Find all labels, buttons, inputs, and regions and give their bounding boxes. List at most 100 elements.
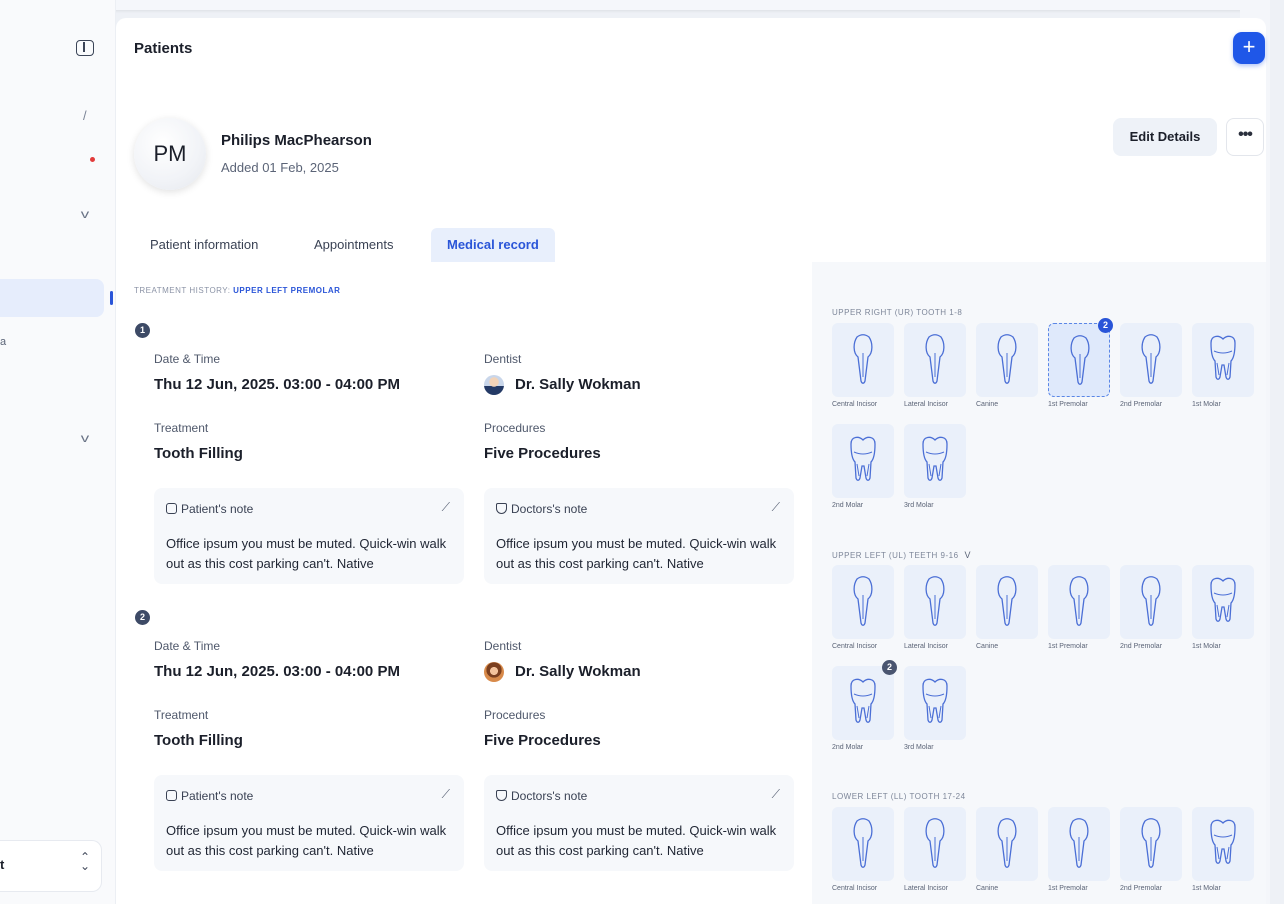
avatar: PM xyxy=(134,118,206,190)
chevron-down-icon[interactable]: v xyxy=(81,431,89,445)
tooth-label: 1st Molar xyxy=(1192,401,1221,408)
note-header: Doctors's note xyxy=(496,502,587,516)
tooth-label: 2nd Premolar xyxy=(1120,885,1163,892)
tooth-button[interactable] xyxy=(1192,807,1254,881)
molar-icon xyxy=(1210,577,1236,622)
tooth-button[interactable] xyxy=(904,666,966,740)
tooth-label: 2nd Molar xyxy=(832,502,864,509)
chevron-down-icon[interactable]: v xyxy=(81,207,89,221)
edit-details-button[interactable]: Edit Details xyxy=(1113,118,1217,156)
chevron-down-icon[interactable]: v xyxy=(965,550,972,560)
tooth-label: 3rd Molar xyxy=(904,744,934,751)
tooth-label: Canine xyxy=(976,643,999,650)
tooth-button[interactable] xyxy=(832,565,894,639)
doctor-note-card: Doctors's note ⟋ Office ipsum you must b… xyxy=(484,775,794,871)
more-options-button[interactable]: ••• xyxy=(1226,118,1264,156)
tooth-button[interactable] xyxy=(1120,323,1182,397)
tooth-label: 1st Premolar xyxy=(1048,643,1088,650)
patient-note-card: Patient's note ⟋ Office ipsum you must b… xyxy=(154,775,464,871)
tooth-button[interactable] xyxy=(904,807,966,881)
tooth-label: Lateral Incisor xyxy=(904,885,948,892)
sidebar: / v a v t ⌃ ⌄ xyxy=(0,0,116,904)
history-label: TREATMENT HISTORY: UPPER LEFT PREMOLAR xyxy=(134,286,341,295)
edit-icon[interactable]: ⟋ xyxy=(772,787,780,802)
edit-icon[interactable]: ⟋ xyxy=(442,500,450,515)
note-header: Patient's note xyxy=(166,502,253,516)
tooth-button[interactable] xyxy=(1048,807,1110,881)
tooth-label: 2nd Premolar xyxy=(1120,643,1163,650)
history-link[interactable]: UPPER LEFT PREMOLAR xyxy=(233,286,340,295)
tab-medical-record[interactable]: Medical record xyxy=(431,228,555,262)
tooth-icon xyxy=(853,576,873,626)
tooth-button[interactable] xyxy=(832,666,894,740)
tooth-button[interactable] xyxy=(1192,565,1254,639)
tooth-count-badge: 2 xyxy=(882,660,897,675)
edit-icon[interactable]: ⟋ xyxy=(772,500,780,515)
note-icon xyxy=(166,790,177,801)
workspace-selector[interactable]: t ⌃ ⌄ xyxy=(0,840,102,892)
tooth-button[interactable] xyxy=(904,323,966,397)
tooth-label: 2nd Molar xyxy=(832,744,864,751)
sidebar-toggle-icon[interactable] xyxy=(76,40,94,56)
tooth-label: Lateral Incisor xyxy=(904,643,948,650)
tooth-button[interactable] xyxy=(832,424,894,498)
tooth-icon xyxy=(925,576,945,626)
date-value: Thu 12 Jun, 2025. 03:00 - 04:00 PM xyxy=(154,663,400,680)
tooth-label: 3rd Molar xyxy=(904,502,934,509)
tooth-button[interactable] xyxy=(904,565,966,639)
tab-patient-information[interactable]: Patient information xyxy=(134,228,274,262)
sidebar-item-patients[interactable] xyxy=(0,279,104,317)
tooth-label: Canine xyxy=(976,885,999,892)
record-step-badge: 1 xyxy=(135,323,150,338)
tooth-button[interactable] xyxy=(1192,323,1254,397)
tooth-button[interactable] xyxy=(1048,565,1110,639)
tooth-label: Lateral Incisor xyxy=(904,401,948,408)
procedure-value: Five Procedures xyxy=(484,445,601,462)
tab-appointments[interactable]: Appointments xyxy=(298,228,410,262)
tooth-icon xyxy=(1069,576,1089,626)
tooth-icon xyxy=(925,818,945,868)
add-patient-button[interactable]: + xyxy=(1233,32,1265,64)
tooth-icon xyxy=(1141,334,1161,384)
tooth-button[interactable] xyxy=(976,565,1038,639)
app-shell: / v a v t ⌃ ⌄ Patients + PM Philips MacPh… xyxy=(0,0,1284,904)
dentist-value: Dr. Sally Wokman xyxy=(515,376,641,393)
tooth-icon xyxy=(1069,818,1089,868)
dentist-label: Dentist xyxy=(484,352,522,366)
note-body: Office ipsum you must be muted. Quick-wi… xyxy=(166,536,447,571)
edit-icon[interactable]: ⟋ xyxy=(442,787,450,802)
date-value: Thu 12 Jun, 2025. 03:00 - 04:00 PM xyxy=(154,376,400,393)
note-body: Office ipsum you must be muted. Quick-wi… xyxy=(496,823,777,858)
tooth-button[interactable] xyxy=(976,807,1038,881)
tooth-icon xyxy=(925,334,945,384)
teeth-group-label: LOWER LEFT (LL) TOOTH 17-24 xyxy=(832,792,966,801)
tooth-button[interactable] xyxy=(832,323,894,397)
tooth-button[interactable] xyxy=(1048,323,1110,397)
background-sheet xyxy=(8,0,1258,10)
tooth-button[interactable] xyxy=(1120,565,1182,639)
procedure-label: Procedures xyxy=(484,708,546,722)
patient-name: Philips MacPhearson xyxy=(221,132,372,149)
tooth-button[interactable] xyxy=(1120,807,1182,881)
note-header: Doctors's note xyxy=(496,789,587,803)
teeth-chart-panel: UPPER RIGHT (UR) TOOTH 1-8 Central Inciso… xyxy=(812,262,1266,904)
tooth-count-badge: 2 xyxy=(1098,318,1113,333)
tooth-icon xyxy=(997,818,1017,868)
procedure-value: Five Procedures xyxy=(484,732,601,749)
note-title: Patient's note xyxy=(181,789,254,803)
sidebar-item-label: a xyxy=(0,336,7,348)
tooth-button[interactable] xyxy=(832,807,894,881)
molar-icon xyxy=(1210,335,1236,380)
note-icon xyxy=(166,503,177,514)
molar-icon xyxy=(850,436,876,481)
shield-icon xyxy=(496,503,507,514)
teeth-group-label[interactable]: UPPER LEFT (UL) TEETH 9-16 v xyxy=(832,550,971,560)
tooth-button[interactable] xyxy=(976,323,1038,397)
note-header: Patient's note xyxy=(166,789,253,803)
treatment-label: Treatment xyxy=(154,421,209,435)
patient-added-date: Added 01 Feb, 2025 xyxy=(221,160,339,175)
tooth-label: 2nd Premolar xyxy=(1120,401,1163,408)
tooth-icon xyxy=(853,818,873,868)
tooth-button[interactable] xyxy=(904,424,966,498)
dentist-value: Dr. Sally Wokman xyxy=(515,663,641,680)
